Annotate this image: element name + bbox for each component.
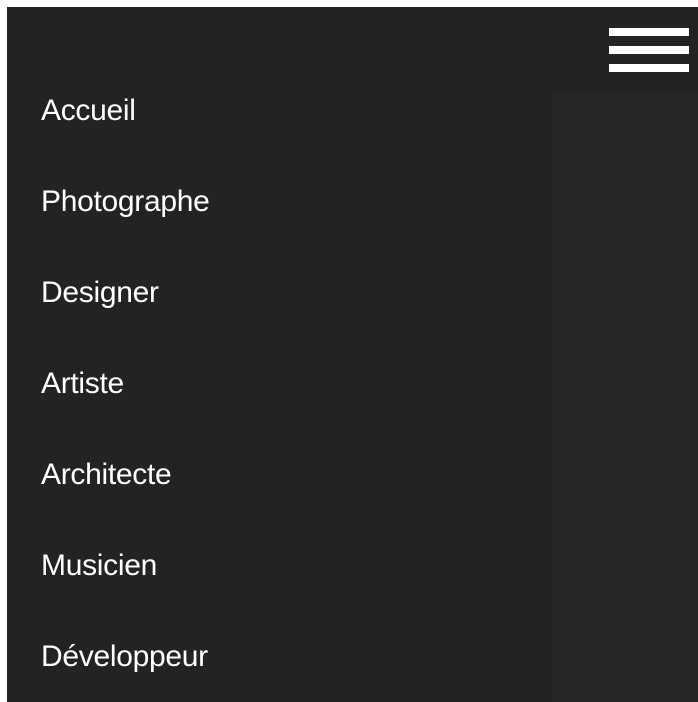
header-bar xyxy=(7,7,698,93)
menu-item-artiste[interactable]: Artiste xyxy=(41,364,124,404)
hamburger-bar xyxy=(609,64,689,72)
hamburger-bar xyxy=(609,46,689,54)
hamburger-menu-icon[interactable] xyxy=(609,28,689,74)
menu-item-photographe[interactable]: Photographe xyxy=(41,182,210,222)
menu-item-developpeur[interactable]: Développeur xyxy=(41,637,208,677)
menu-item-accueil[interactable]: Accueil xyxy=(41,91,136,131)
menu-item-musicien[interactable]: Musicien xyxy=(41,546,157,586)
navigation-menu: Accueil Photographe Designer Artiste Arc… xyxy=(7,93,552,702)
app-frame: Accueil Photographe Designer Artiste Arc… xyxy=(7,7,698,702)
menu-item-designer[interactable]: Designer xyxy=(41,273,159,313)
hamburger-bar xyxy=(609,28,689,36)
menu-item-architecte[interactable]: Architecte xyxy=(41,455,172,495)
